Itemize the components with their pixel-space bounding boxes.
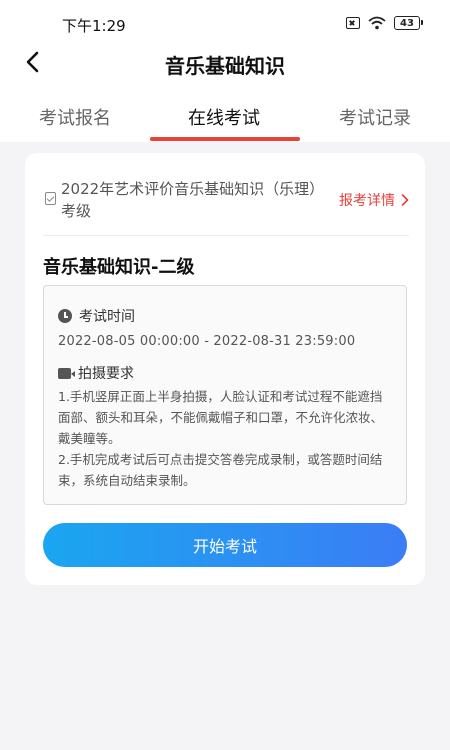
battery-icon: 43 [394, 16, 423, 30]
registration-details-link[interactable]: 报考详情 [339, 190, 409, 210]
page-title: 音乐基础知识 [165, 54, 285, 78]
tab-exam-registration[interactable]: 考试报名 [39, 104, 111, 130]
tab-exam-records[interactable]: 考试记录 [339, 104, 411, 130]
battery-level: 43 [400, 17, 414, 29]
status-time: 下午1:29 [62, 17, 126, 35]
requirement-item: 1.手机竖屏正面上半身拍摄，人脸认证和考试过程不能遮挡面部、额头和耳朵，不能佩戴… [58, 389, 384, 446]
photo-requirements-heading: 拍摄要求 [58, 363, 134, 383]
no-sim-icon [346, 17, 360, 29]
exam-header: 2022年艺术评价音乐基础知识（乐理）考级 报考详情 [43, 177, 409, 237]
video-camera-icon [58, 367, 75, 379]
photo-requirements-text: 1.手机竖屏正面上半身拍摄，人脸认证和考试过程不能遮挡面部、额头和耳朵，不能佩戴… [58, 386, 394, 491]
status-icons: 43 [346, 16, 423, 30]
document-check-icon [45, 192, 56, 205]
exam-time-range: 2022-08-05 00:00:00 - 2022-08-31 23:59:0… [58, 334, 356, 349]
chevron-right-icon [401, 194, 409, 206]
divider [43, 235, 409, 236]
tab-online-exam[interactable]: 在线考试 [188, 104, 260, 130]
exam-time-label: 考试时间 [79, 309, 135, 325]
status-bar: 下午1:29 43 [0, 0, 450, 40]
start-exam-button[interactable]: 开始考试 [43, 523, 407, 567]
wifi-icon [368, 16, 386, 30]
exam-info-box: 考试时间 2022-08-05 00:00:00 - 2022-08-31 23… [43, 285, 407, 505]
exam-level-title: 音乐基础知识-二级 [43, 257, 195, 278]
navigation-bar: 音乐基础知识 [0, 40, 450, 84]
clock-icon [58, 309, 72, 323]
active-tab-indicator [150, 137, 300, 141]
registration-details-label: 报考详情 [339, 193, 395, 209]
requirement-item: 2.手机完成考试后可点击提交答卷完成录制，或答题时间结束，系统自动结束录制。 [58, 452, 383, 488]
tab-bar: 考试报名 在线考试 考试记录 [0, 84, 450, 142]
photo-requirements-label: 拍摄要求 [78, 366, 134, 382]
exam-time-heading: 考试时间 [58, 306, 135, 326]
exam-name: 2022年艺术评价音乐基础知识（乐理）考级 [61, 180, 325, 220]
exam-card: 2022年艺术评价音乐基础知识（乐理）考级 报考详情 音乐基础知识-二级 考试时… [25, 153, 425, 585]
